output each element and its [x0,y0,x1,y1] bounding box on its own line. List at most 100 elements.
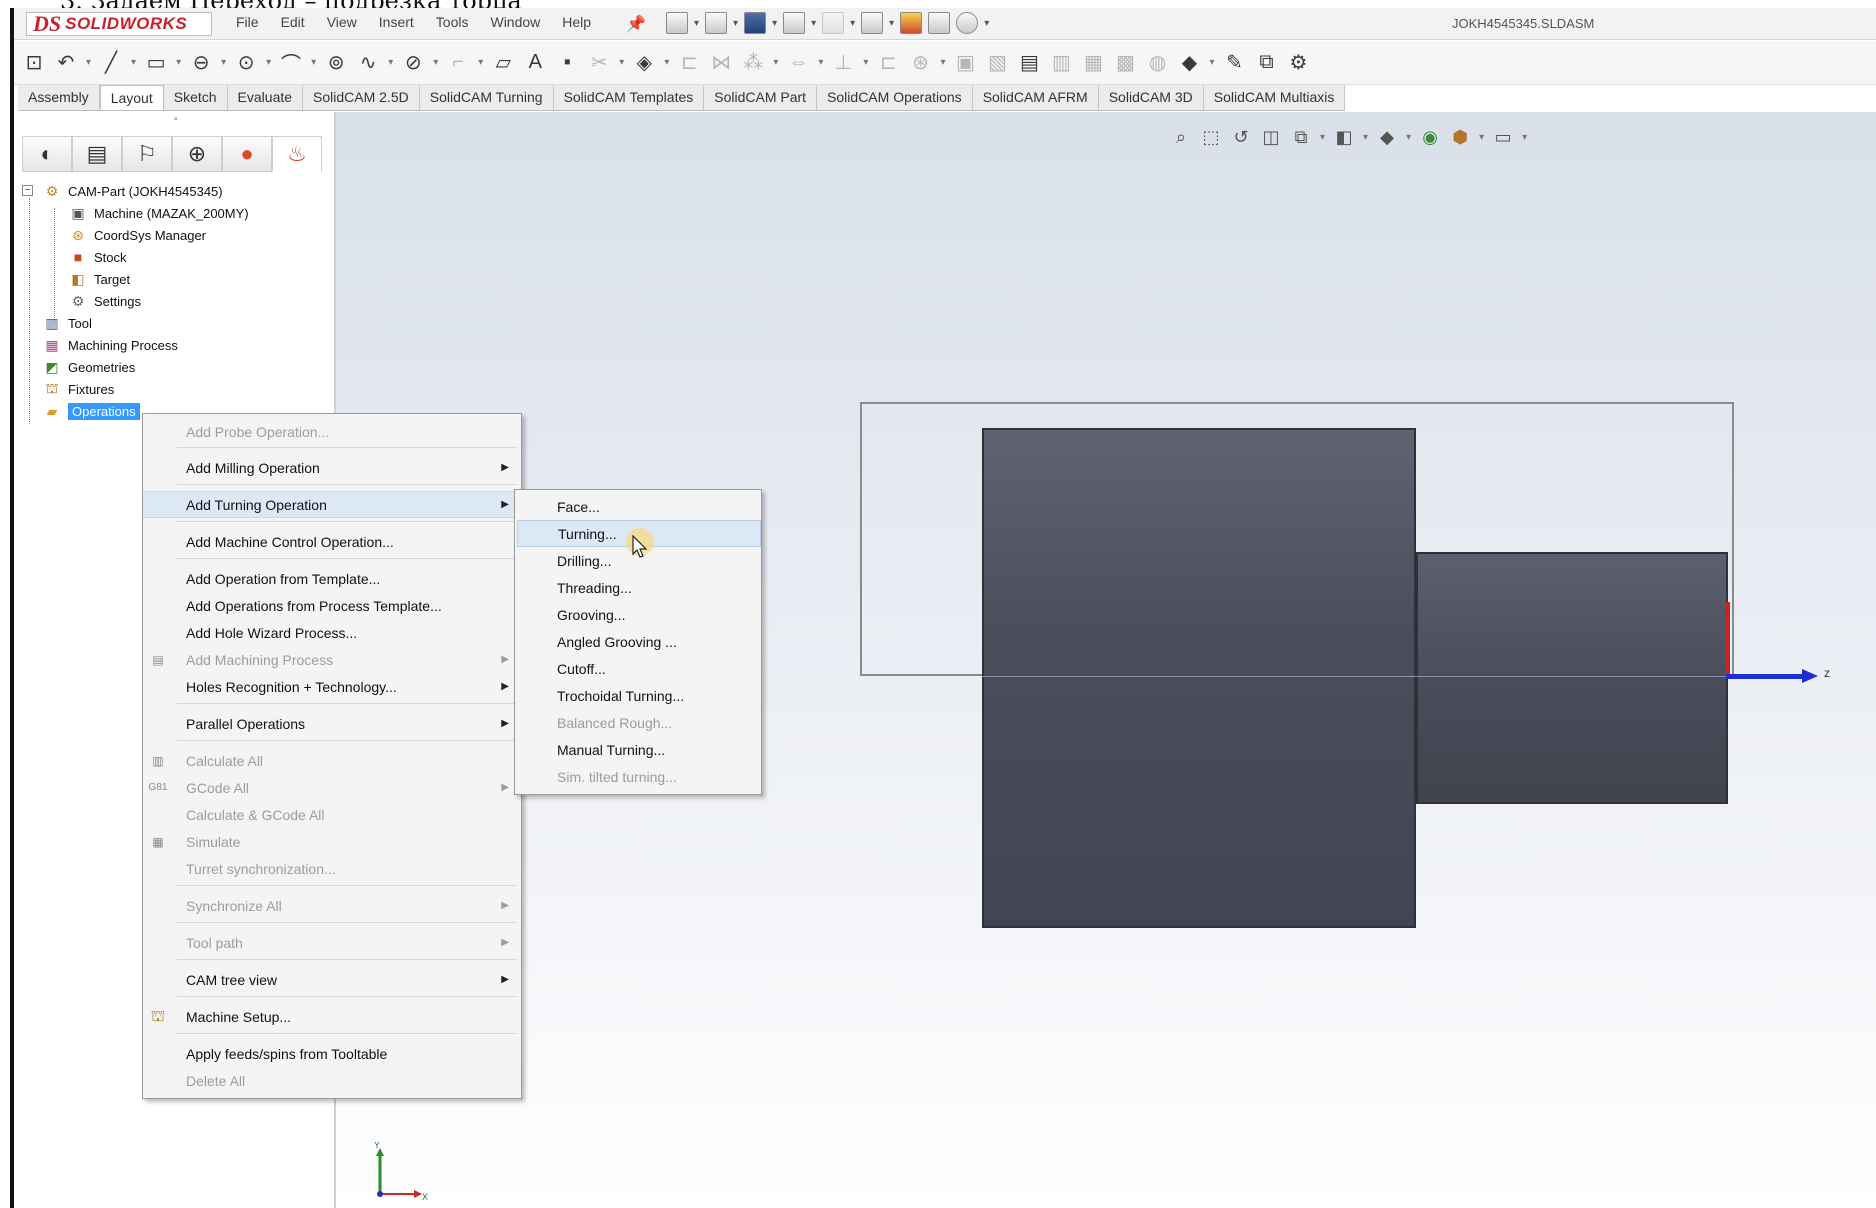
submenu-item-manual-turning[interactable]: Manual Turning... [517,736,761,763]
menu-item-add-machining-process[interactable]: ▤ Add Machining Process ▶ [143,646,521,673]
menu-help[interactable]: Help [562,14,591,30]
linear-pattern-icon[interactable]: ⁂ [741,51,765,75]
menu-item-add-hole-wizard-process[interactable]: Add Hole Wizard Process... [143,619,521,646]
belt-chain-icon[interactable]: ◍ [1145,51,1169,75]
submenu-item-angled-grooving[interactable]: Angled Grooving ... [517,628,761,655]
tree-item-stock[interactable]: ■ Stock [24,246,336,268]
pin-menu-icon[interactable]: 📌 [626,14,646,34]
hide-show-items-icon[interactable]: ◉ [1419,126,1441,148]
block-icon[interactable]: ▣ [953,51,977,75]
part-small-diameter[interactable] [1416,552,1728,804]
sketch-3d-icon[interactable]: ⧉ [1255,51,1279,75]
dropdown-icon[interactable]: ▾ [388,57,393,68]
plane-icon[interactable]: ▱ [491,51,515,75]
select-dropdown-icon[interactable]: ▾ [889,18,894,29]
line-icon[interactable]: ╱ [99,51,123,75]
tab-solidcam-multiaxis[interactable]: SolidCAM Multiaxis [1204,85,1346,110]
dropdown-icon[interactable]: ▾ [221,57,226,68]
paper-clip-icon[interactable]: ✎ [1223,51,1247,75]
explode-block-icon[interactable]: ▩ [1113,51,1137,75]
view-settings-icon[interactable]: ▭ [1492,126,1514,148]
mirror-icon[interactable]: ⋈ [709,51,733,75]
open-dropdown-icon[interactable]: ▾ [733,18,738,29]
undo-dropdown-icon[interactable]: ▾ [850,18,855,29]
trim-icon[interactable]: ✂ [587,51,611,75]
menu-item-add-milling-operation[interactable]: Add Milling Operation ▶ [143,454,521,481]
menu-item-calculate-gcode-all[interactable]: Calculate & GCode All [143,801,521,828]
tree-item-geometries[interactable]: ◩ Geometries [24,356,336,378]
menu-edit[interactable]: Edit [281,14,305,30]
tree-item-target[interactable]: ◧ Target [24,268,336,290]
section-view-icon[interactable]: ◫ [1260,126,1282,148]
menu-item-add-operation-from-template[interactable]: Add Operation from Template... [143,565,521,592]
configuration-manager-tab-icon[interactable]: ⚐ [122,136,172,172]
arc-icon[interactable]: ⌒ [279,51,303,76]
dropdown-icon[interactable]: ▾ [773,57,778,68]
print-dropdown-icon[interactable]: ▾ [811,18,816,29]
open-icon[interactable] [705,12,728,34]
motion-icon[interactable]: ⚙ [1287,51,1311,75]
menu-item-apply-feeds-spins[interactable]: Apply feeds/spins from Tooltable [143,1040,521,1067]
slot-icon[interactable]: ⊖ [189,51,213,75]
relations-icon[interactable]: ⊥ [831,51,855,75]
tree-root[interactable]: ⚙ CAM-Part (JOKH4545345) [24,180,336,202]
submenu-item-face[interactable]: Face... [517,493,761,520]
previous-view-icon[interactable]: ↺ [1230,126,1252,148]
solidcam-manager-tab-icon[interactable]: ♨ [272,136,322,172]
menu-item-simulate[interactable]: ▦ Simulate [143,828,521,855]
tab-solidcam-part[interactable]: SolidCAM Part [704,85,818,110]
dimxpert-tab-icon[interactable]: ⊕ [172,136,222,172]
menu-file[interactable]: File [236,14,259,30]
menu-item-gcode-all[interactable]: G81 GCode All ▶ [143,774,521,801]
tab-solidcam-afrm[interactable]: SolidCAM AFRM [973,85,1099,110]
dropdown-icon[interactable]: ▾ [818,57,823,68]
menu-view[interactable]: View [327,14,357,30]
rebuild-icon[interactable] [900,12,923,34]
polygon-icon[interactable]: ⊚ [324,51,348,75]
property-manager-tab-icon[interactable]: ▤ [72,136,122,172]
menu-tools[interactable]: Tools [436,14,469,30]
menu-item-synchronize-all[interactable]: Synchronize All ▶ [143,892,521,919]
select-icon[interactable] [861,12,884,34]
dropdown-icon[interactable]: ▾ [1320,132,1325,143]
menu-item-add-turning-operation[interactable]: Add Turning Operation ▶ [143,491,521,518]
make-part-icon[interactable]: ◆ [1177,51,1201,75]
undo-icon[interactable] [822,12,845,34]
sketch-icon[interactable]: ⊡ [22,51,46,75]
menu-item-holes-recognition[interactable]: Holes Recognition + Technology... ▶ [143,673,521,700]
spline-icon[interactable]: ∿ [356,51,380,75]
circle-icon[interactable]: ⊙ [234,51,258,75]
rectangle-icon[interactable]: ▭ [144,51,168,75]
save-dropdown-icon[interactable]: ▾ [772,18,777,29]
convert-entities-icon[interactable]: ◈ [632,51,656,75]
dropdown-icon[interactable]: ▾ [131,57,136,68]
dropdown-icon[interactable]: ▾ [1522,132,1527,143]
menu-item-machine-setup[interactable]: ⛫ Machine Setup... [143,1003,521,1030]
dropdown-icon[interactable]: ▾ [619,57,624,68]
tab-layout[interactable]: Layout [99,85,164,110]
make-block-icon[interactable]: ▧ [985,51,1009,75]
menu-item-delete-all[interactable]: Delete All [143,1067,521,1094]
solidworks-logo[interactable]: DS SOLIDWORKS [26,11,212,36]
menu-item-cam-tree-view[interactable]: CAM tree view ▶ [143,966,521,993]
tab-solidcam-25d[interactable]: SolidCAM 2.5D [303,85,420,110]
tab-sketch[interactable]: Sketch [164,85,228,110]
tree-item-settings[interactable]: ⚙ Settings [24,290,336,312]
menu-item-calculate-all[interactable]: ▥ Calculate All [143,747,521,774]
insert-block-icon[interactable]: ▤ [1017,51,1041,75]
dropdown-icon[interactable]: ▾ [478,57,483,68]
menu-item-parallel-operations[interactable]: Parallel Operations ▶ [143,710,521,737]
fillet-icon[interactable]: ⌐ [446,51,470,75]
menu-item-add-probe-operation[interactable]: Add Probe Operation... [143,418,521,445]
options-gear-icon[interactable] [956,12,979,34]
submenu-item-cutoff[interactable]: Cutoff... [517,655,761,682]
tab-assembly[interactable]: Assembly [18,85,100,110]
tree-item-machining-process[interactable]: ▦ Machining Process [24,334,336,356]
part-large-diameter[interactable] [982,428,1416,928]
dropdown-icon[interactable]: ▾ [940,57,945,68]
file-properties-icon[interactable] [928,12,951,34]
dropdown-icon[interactable]: ▾ [1363,132,1368,143]
ellipse-icon[interactable]: ⊘ [401,51,425,75]
tab-solidcam-3d[interactable]: SolidCAM 3D [1099,85,1204,110]
dropdown-icon[interactable]: ▾ [311,57,316,68]
